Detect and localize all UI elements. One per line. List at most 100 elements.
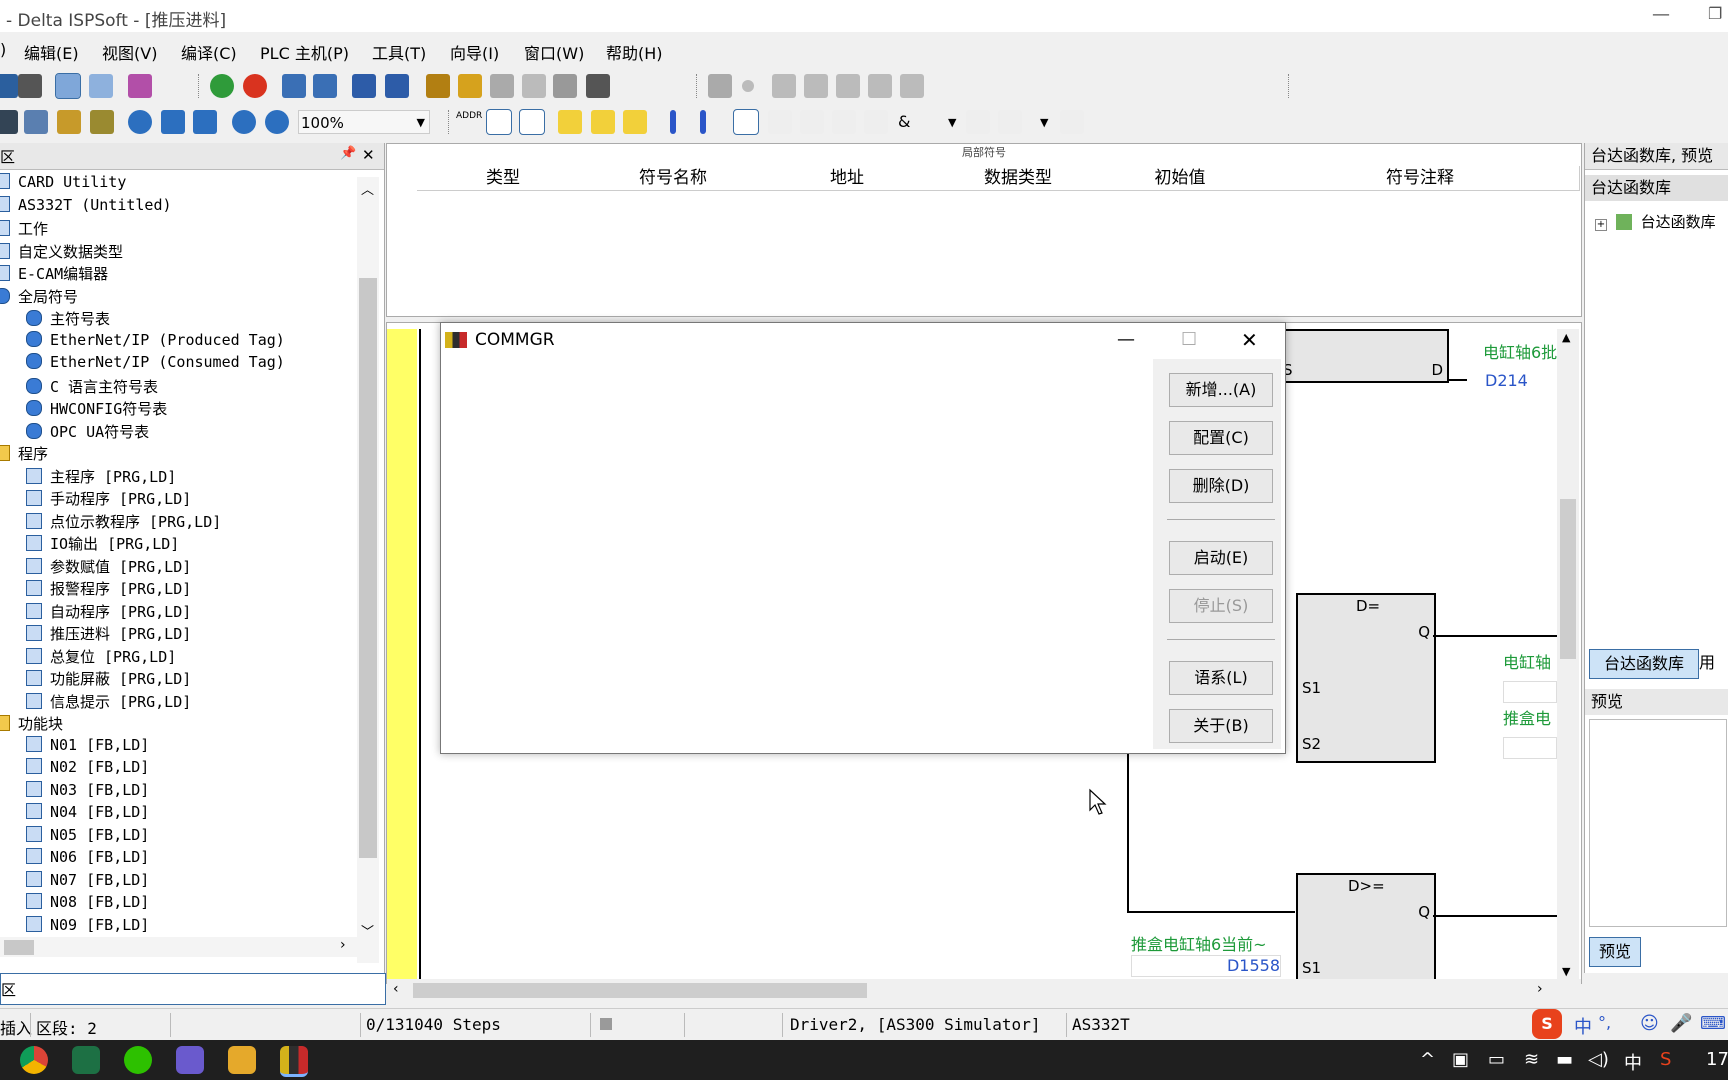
function-block-d-equal[interactable]: D= Q S1 S2 bbox=[1296, 593, 1436, 763]
cut-icon[interactable] bbox=[0, 110, 18, 134]
tree-item[interactable]: 信息提示 [PRG,LD] bbox=[26, 691, 191, 712]
tree-item[interactable]: EtherNet/IP (Produced Tag) bbox=[26, 330, 285, 349]
tree-item[interactable]: EtherNet/IP (Consumed Tag) bbox=[26, 353, 285, 371]
tree-hscroll-thumb[interactable] bbox=[4, 940, 34, 955]
ladder-horizontal-scrollbar[interactable]: ‹ › bbox=[387, 979, 1581, 1001]
menu-file[interactable]: ) bbox=[0, 40, 6, 59]
clock[interactable]: 17 bbox=[1706, 1049, 1728, 1070]
tree-item[interactable]: 推压进料 [PRG,LD] bbox=[26, 623, 191, 644]
tree-item[interactable]: 报警程序 [PRG,LD] bbox=[26, 578, 191, 599]
arrow-up-icon[interactable]: ▲ bbox=[1562, 331, 1570, 344]
library-tab[interactable]: 台达函数库 bbox=[1585, 175, 1728, 201]
tree-item[interactable]: 程序 bbox=[0, 443, 48, 464]
close-icon[interactable]: ✕ bbox=[362, 146, 375, 164]
library-tree-item[interactable]: + 台达函数库 bbox=[1595, 211, 1716, 232]
tree-item[interactable]: N06 [FB,LD] bbox=[26, 848, 149, 866]
tree-item[interactable]: 手动程序 [PRG,LD] bbox=[26, 488, 191, 509]
function-block-d-greater-equal[interactable]: D>= Q S1 bbox=[1296, 873, 1436, 987]
column-symbol-comment[interactable]: 符号注释 bbox=[1261, 166, 1580, 191]
tree-item[interactable]: N05 [FB,LD] bbox=[26, 825, 149, 844]
tree-item[interactable]: N02 [FB,LD] bbox=[26, 758, 149, 776]
delete-button[interactable]: 删除(D) bbox=[1169, 469, 1273, 503]
tool-icon[interactable] bbox=[586, 74, 610, 98]
close-button[interactable]: ✕ bbox=[1241, 328, 1258, 352]
ispsoft-icon[interactable] bbox=[280, 1046, 308, 1077]
restore-window-button[interactable]: ❐ bbox=[1708, 4, 1722, 23]
tree-item[interactable]: 点位示教程序 [PRG,LD] bbox=[26, 511, 221, 532]
column-data-type[interactable]: 数据类型 bbox=[937, 166, 1100, 191]
tree-item[interactable]: IO输出 [PRG,LD] bbox=[26, 533, 179, 554]
menu-window[interactable]: 窗口(W) bbox=[524, 40, 584, 64]
pen-icon[interactable] bbox=[426, 74, 450, 98]
copy-icon[interactable] bbox=[24, 110, 48, 134]
and-operator-button[interactable]: & bbox=[898, 112, 910, 131]
address-toggle-button[interactable]: ADDR bbox=[456, 110, 482, 134]
column-type[interactable]: 类型 bbox=[417, 166, 590, 191]
eraser-icon[interactable] bbox=[90, 110, 114, 134]
ime-language[interactable]: 中 bbox=[1624, 1049, 1642, 1075]
minimize-button[interactable]: — bbox=[1117, 329, 1135, 350]
bracket-icon[interactable] bbox=[1060, 110, 1084, 134]
network-monitor-icon[interactable]: ▣ bbox=[1452, 1049, 1469, 1070]
column-address[interactable]: 地址 bbox=[757, 166, 938, 191]
sogou-tray-icon[interactable]: S bbox=[1660, 1049, 1671, 1070]
tree-item[interactable]: 总复位 [PRG,LD] bbox=[26, 646, 176, 667]
tree-item[interactable]: N01 [FB,LD] bbox=[26, 735, 149, 754]
tree-search-input[interactable]: 区 bbox=[0, 973, 386, 1005]
chevron-right-icon[interactable]: › bbox=[340, 937, 346, 953]
chevron-left-icon[interactable]: ‹ bbox=[393, 981, 399, 997]
chevron-right-icon[interactable]: › bbox=[1537, 981, 1543, 997]
run-icon[interactable] bbox=[210, 74, 234, 98]
coil-icon[interactable] bbox=[800, 110, 824, 134]
contact-no-icon[interactable] bbox=[670, 110, 676, 134]
tree-item[interactable]: E-CAM编辑器 bbox=[0, 263, 108, 284]
layout-icon[interactable] bbox=[55, 73, 81, 99]
tree-item[interactable]: 功能块 bbox=[0, 713, 63, 734]
tree-item[interactable]: N03 [FB,LD] bbox=[26, 780, 149, 799]
chevron-up-icon[interactable]: ^ bbox=[1420, 1049, 1435, 1070]
ladder-vertical-scrollbar[interactable]: ▲ ▼ bbox=[1557, 329, 1579, 985]
tab-preview[interactable]: 预览 bbox=[1589, 937, 1641, 967]
replace-icon[interactable] bbox=[161, 110, 185, 134]
wifi-icon[interactable]: ≋ bbox=[1524, 1049, 1539, 1070]
goto-icon[interactable] bbox=[193, 110, 217, 134]
menu-help[interactable]: 帮助(H) bbox=[606, 40, 663, 64]
column-initial-value[interactable]: 初始值 bbox=[1099, 166, 1262, 191]
print-icon[interactable] bbox=[18, 74, 42, 98]
sogou-ime-icon[interactable]: S bbox=[1532, 1009, 1562, 1039]
device-input[interactable] bbox=[1503, 681, 1557, 703]
volume-icon[interactable]: ◁) bbox=[1588, 1049, 1609, 1070]
column-symbol-name[interactable]: 符号名称 bbox=[589, 166, 758, 191]
tree-item[interactable]: 主程序 [PRG,LD] bbox=[26, 466, 176, 487]
chevron-down-icon[interactable]: ﹀ bbox=[361, 921, 374, 940]
tree-item[interactable]: N08 [FB,LD] bbox=[26, 893, 149, 911]
emoji-icon[interactable]: ☺ bbox=[1640, 1013, 1659, 1034]
upload-icon[interactable] bbox=[282, 74, 306, 98]
tree-item[interactable]: 主符号表 bbox=[26, 308, 110, 329]
device-input[interactable] bbox=[1503, 737, 1557, 759]
tree-item[interactable]: 全局符号 bbox=[0, 286, 78, 307]
chevron-down-icon[interactable]: ▼ bbox=[1040, 116, 1048, 129]
tree-item[interactable]: 自定义数据类型 bbox=[0, 241, 123, 262]
function-block-mov[interactable]: S D bbox=[1277, 329, 1449, 383]
microphone-icon[interactable]: 🎤 bbox=[1670, 1013, 1692, 1034]
chevron-up-icon[interactable]: ︿ bbox=[361, 179, 374, 198]
stop-icon[interactable] bbox=[243, 74, 267, 98]
up-arrow-icon[interactable] bbox=[998, 110, 1022, 134]
arrow-down-icon[interactable]: ▼ bbox=[1562, 965, 1570, 978]
book-icon[interactable] bbox=[128, 74, 152, 98]
menu-edit[interactable]: 编辑(E) bbox=[24, 40, 79, 64]
tree-item[interactable]: AS332T (Untitled) bbox=[0, 195, 172, 214]
start-button[interactable]: 启动(E) bbox=[1169, 541, 1273, 575]
monitor-icon[interactable] bbox=[458, 74, 482, 98]
window-icon[interactable] bbox=[89, 74, 113, 98]
add-button[interactable]: 新增...(A) bbox=[1169, 373, 1273, 407]
tree-scroll-thumb[interactable] bbox=[359, 278, 377, 858]
minimize-window-button[interactable]: — bbox=[1652, 4, 1670, 25]
tree-item[interactable]: 自动程序 [PRG,LD] bbox=[26, 601, 191, 622]
tab-user-library[interactable]: 用户 bbox=[1699, 649, 1728, 677]
comment-view-icon[interactable] bbox=[519, 109, 545, 135]
language-button[interactable]: 语系(L) bbox=[1169, 661, 1273, 695]
about-button[interactable]: 关于(B) bbox=[1169, 709, 1273, 743]
folder-new-icon[interactable] bbox=[558, 110, 582, 134]
